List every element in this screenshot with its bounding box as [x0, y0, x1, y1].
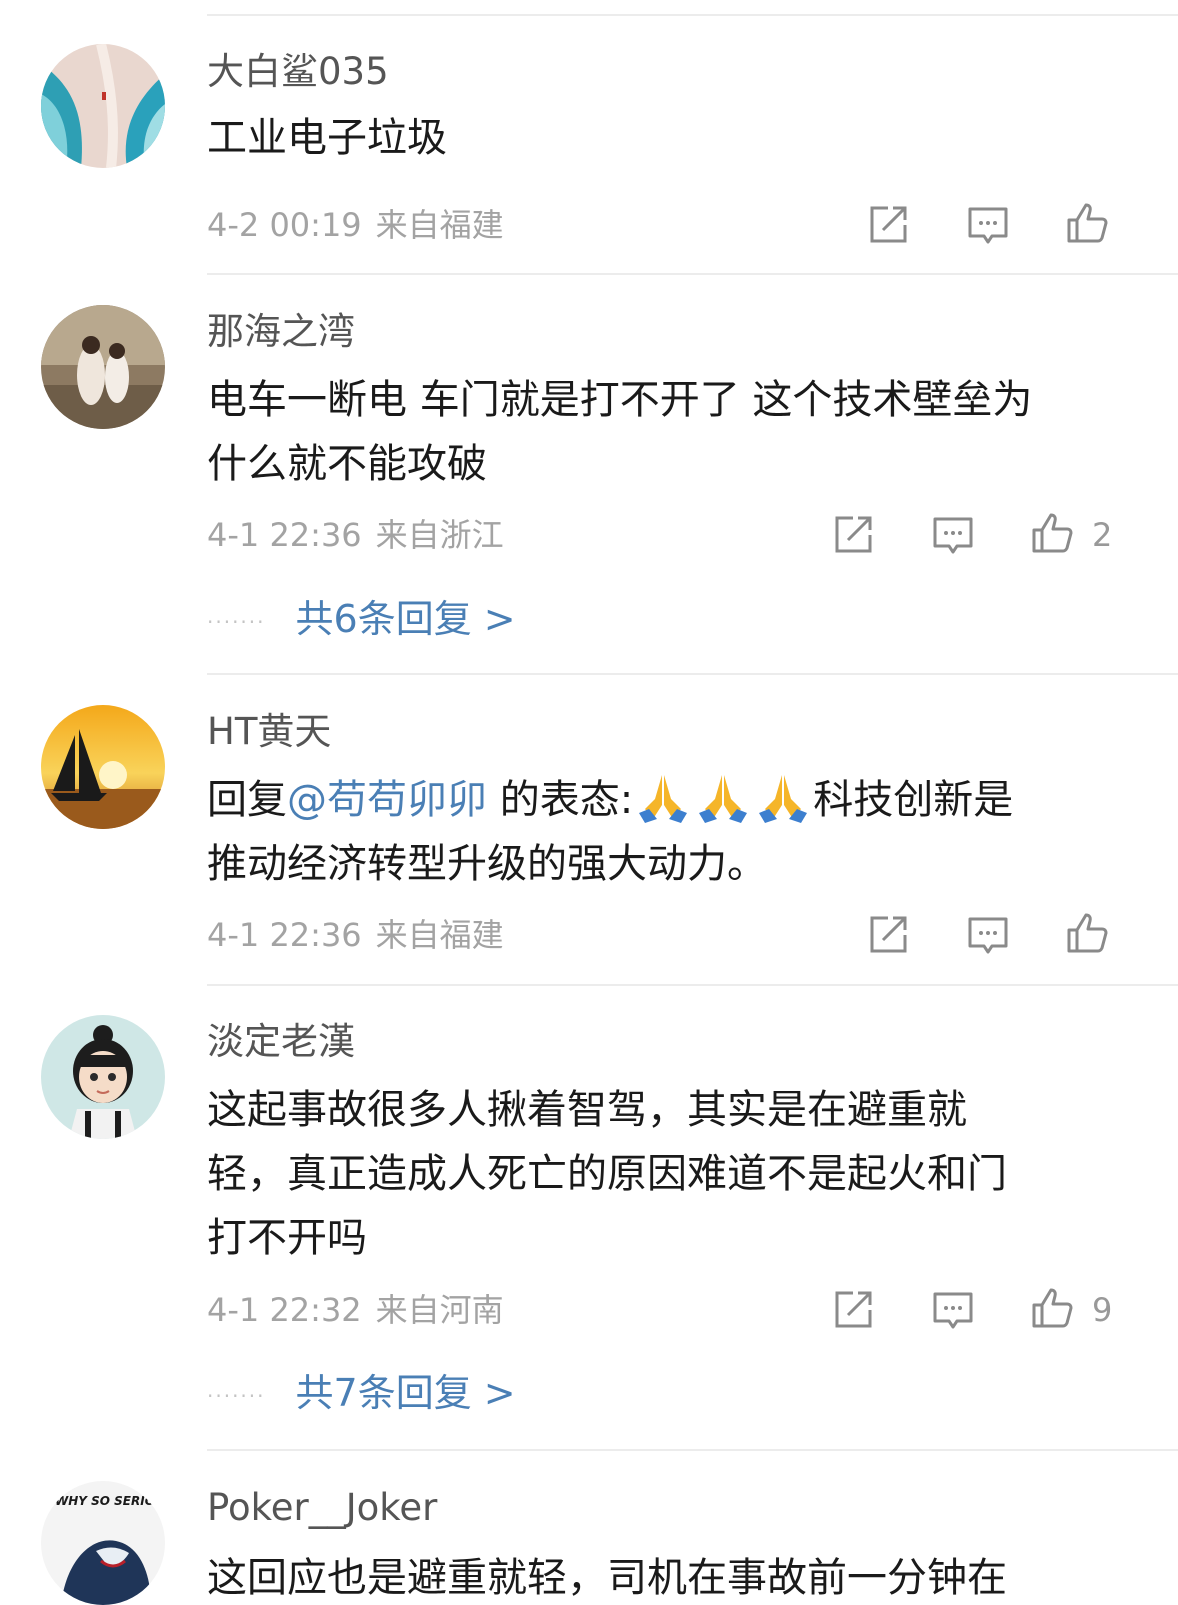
comment-meta: 4-1 22:32 来自河南 — [207, 1290, 504, 1330]
comment-text-line: 打不开吗 — [207, 1215, 367, 1261]
comment-text: 工业电子垃圾 — [207, 115, 447, 161]
timestamp: 4-1 22:36 — [207, 516, 362, 554]
like-button[interactable] — [1030, 1286, 1074, 1330]
divider — [207, 273, 1178, 275]
avatar-image — [41, 44, 165, 168]
share-icon — [835, 1291, 872, 1328]
comment-text: 这回应也是避重就轻，司机在事故前一分钟在 — [207, 1555, 1007, 1600]
thumbs-up-icon — [1067, 913, 1108, 953]
like-button[interactable] — [1065, 201, 1109, 245]
comment-icon — [933, 517, 973, 554]
thumbs-up-icon — [1032, 513, 1073, 553]
folded-hands-icon — [639, 775, 688, 823]
comment-text-line: 这起事故很多人揪着智驾，其实是在避重就 — [207, 1087, 967, 1133]
avatar-image: WHY SO SERIOUS? — [41, 1481, 165, 1605]
thumbs-up-icon — [1032, 1288, 1073, 1328]
comment-icon — [933, 1292, 973, 1329]
username[interactable]: 淡定老漢 — [207, 1020, 355, 1064]
divider — [207, 673, 1178, 675]
avatar-image — [41, 1015, 165, 1139]
comment-meta: 4-1 22:36 来自浙江 — [207, 515, 504, 555]
username[interactable]: HT黄天 — [207, 710, 331, 754]
like-button[interactable] — [1030, 511, 1074, 555]
folded-hands-icon — [759, 775, 808, 823]
comment-button[interactable] — [931, 513, 975, 557]
timestamp: 4-1 22:36 — [207, 916, 362, 954]
comment-text-line: 回复@苟苟卯卯 的表态: 科技创新是 — [207, 768, 1112, 832]
view-replies-button[interactable]: 共7条回复 > — [296, 1371, 516, 1415]
view-replies-button[interactable]: 共6条回复 > — [296, 597, 516, 641]
avatar[interactable]: WHY SO SERIOUS? — [41, 1481, 165, 1605]
mention-link[interactable]: @苟苟卯卯 — [287, 777, 487, 823]
avatar-image — [41, 305, 165, 429]
avatar[interactable] — [41, 305, 165, 429]
share-button[interactable] — [831, 1288, 875, 1332]
timestamp: 4-2 00:19 — [207, 206, 362, 244]
comment-text-segment: 科技创新是 — [813, 777, 1014, 823]
share-icon — [870, 916, 907, 953]
divider — [207, 14, 1178, 16]
avatar-image — [41, 705, 165, 829]
location: 来自河南 — [375, 1291, 504, 1329]
avatar[interactable] — [41, 44, 165, 168]
divider — [207, 1449, 1178, 1451]
comment-text-line: 什么就不能攻破 — [207, 441, 487, 487]
comment-button[interactable] — [966, 913, 1010, 957]
comment-button[interactable] — [931, 1288, 975, 1332]
share-icon — [835, 516, 872, 553]
comment-icon — [968, 917, 1008, 954]
comment-meta: 4-1 22:36 来自福建 — [207, 915, 504, 955]
avatar[interactable] — [41, 705, 165, 829]
thumbs-up-icon — [1067, 203, 1108, 243]
comment-text: 电车一断电 车门就是打不开了 这个技术壁垒为 什么就不能攻破 — [207, 368, 1112, 496]
replies-link[interactable]: ······· 共7条回复 > — [207, 1370, 516, 1419]
like-count: 9 — [1092, 1291, 1113, 1329]
timestamp: 4-1 22:32 — [207, 1291, 362, 1329]
reply-suffix: 的表态: — [487, 777, 634, 823]
username[interactable]: 大白鲨035 — [207, 50, 389, 94]
comment-text-line: 轻，真正造成人死亡的原因难道不是起火和门 — [207, 1151, 1007, 1197]
comment-button[interactable] — [966, 203, 1010, 247]
location: 来自福建 — [375, 206, 504, 244]
dots-decoration: ······· — [207, 609, 266, 634]
comment-text-line: 电车一断电 车门就是打不开了 这个技术壁垒为 — [207, 377, 1033, 423]
comment-meta: 4-2 00:19 来自福建 — [207, 205, 504, 245]
share-button[interactable] — [866, 203, 910, 247]
location: 来自浙江 — [375, 516, 504, 554]
avatar-text: WHY SO SERIOUS? — [55, 1494, 165, 1508]
comment-text-line: 推动经济转型升级的强大动力。 — [207, 841, 767, 887]
username[interactable]: Poker__Joker — [207, 1486, 437, 1530]
reply-prefix: 回复 — [207, 777, 287, 823]
like-count: 2 — [1092, 516, 1113, 554]
replies-link[interactable]: ······· 共6条回复 > — [207, 596, 516, 645]
folded-hands-icon — [699, 775, 748, 823]
comment-icon — [968, 207, 1008, 244]
comment-text: 回复@苟苟卯卯 的表态: 科技创新是 推动经济转型升级的强大动力。 — [207, 768, 1112, 896]
divider — [207, 984, 1178, 986]
comment-text: 这起事故很多人揪着智驾，其实是在避重就 轻，真正造成人死亡的原因难道不是起火和门… — [207, 1078, 1112, 1270]
like-button[interactable] — [1065, 911, 1109, 955]
share-button[interactable] — [866, 913, 910, 957]
location: 来自福建 — [375, 916, 504, 954]
share-button[interactable] — [831, 513, 875, 557]
dots-decoration: ······· — [207, 1383, 266, 1408]
avatar[interactable] — [41, 1015, 165, 1139]
share-icon — [870, 206, 907, 243]
username[interactable]: 那海之湾 — [207, 310, 355, 354]
